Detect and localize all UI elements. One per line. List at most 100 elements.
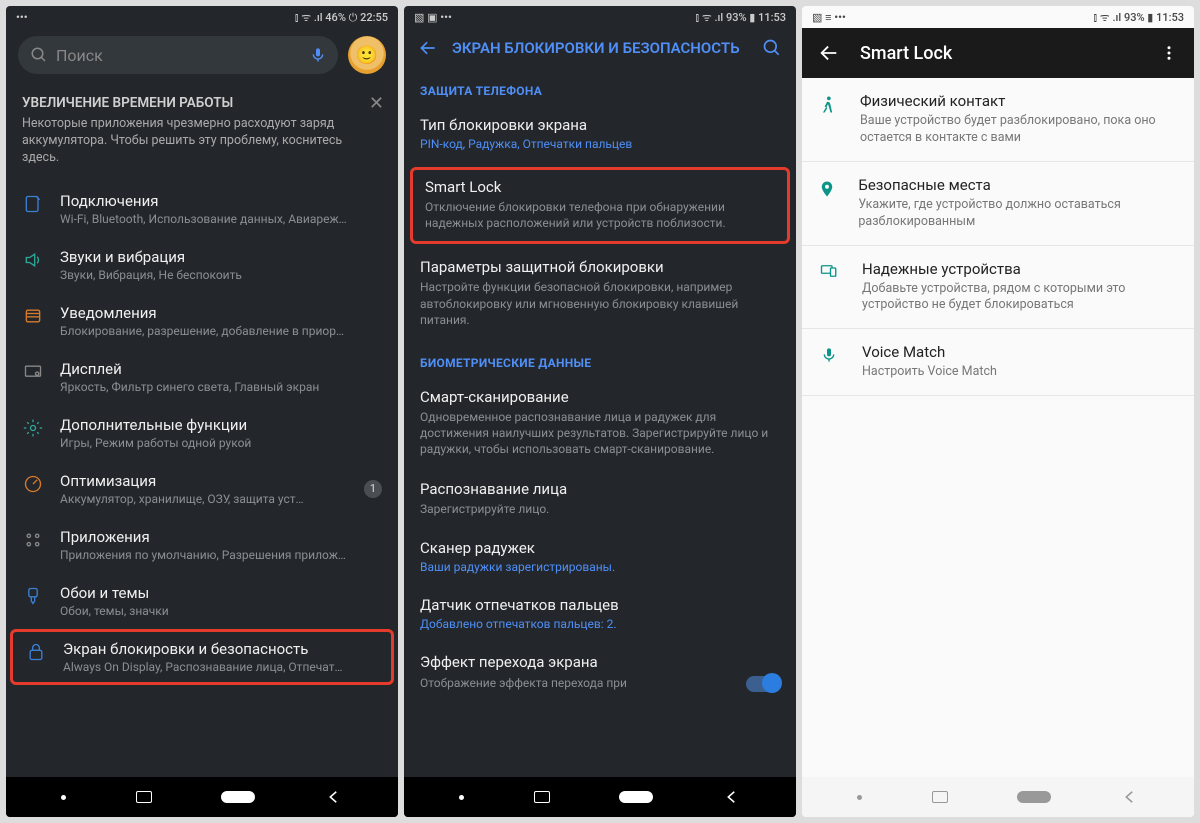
page-title: ЭКРАН БЛОКИРОВКИ И БЕЗОПАСНОСТЬ bbox=[452, 39, 748, 57]
list-item-face-recognition[interactable]: Распознавание лица Зарегистрируйте лицо. bbox=[404, 470, 796, 529]
tip-title: УВЕЛИЧЕНИЕ ВРЕМЕНИ РАБОТЫ bbox=[22, 94, 382, 112]
item-sub: Блокирование, разрешение, добавление в п… bbox=[60, 324, 382, 338]
item-sub: Зарегистрируйте лицо. bbox=[420, 501, 780, 517]
status-bar: ▧ ≡ ••• ⫾ ᯤ .ıl 93% ▮ 11:53 bbox=[802, 6, 1194, 28]
item-sub: Always On Display, Распознавание лица, О… bbox=[63, 660, 379, 674]
settings-main-screen: ••• ⫾ ᯤ .ıl 46% ⏻ 22:55 Поиск 🙂 УВЕЛИЧЕН… bbox=[6, 6, 398, 817]
item-title: Уведомления bbox=[60, 304, 382, 322]
nav-back-button[interactable] bbox=[1121, 788, 1139, 806]
profile-avatar[interactable]: 🙂 bbox=[348, 36, 386, 74]
list-item-display[interactable]: Дисплей Яркость, Фильтр синего света, Гла… bbox=[6, 349, 398, 405]
count-badge: 1 bbox=[364, 480, 382, 498]
nav-home-button[interactable] bbox=[619, 791, 653, 803]
item-sub: Ваши радужки зарегистрированы. bbox=[420, 560, 780, 574]
overflow-menu-icon[interactable] bbox=[1160, 44, 1178, 62]
item-title: Приложения bbox=[60, 528, 382, 546]
list-item-advanced[interactable]: Дополнительные функцииИгры, Режим работы… bbox=[6, 405, 398, 461]
speaker-icon bbox=[23, 250, 43, 270]
list-item-notifications[interactable]: Уведомления Блокирование, разрешение, доб… bbox=[6, 293, 398, 349]
item-title: Надежные устройства bbox=[862, 260, 1178, 278]
devices-icon bbox=[818, 262, 840, 280]
status-bar: ▧ ▣ ••• ⫾ ᯤ .ıl 93% ▮ 11:53 bbox=[404, 6, 796, 28]
item-title: Смарт-сканирование bbox=[420, 388, 780, 406]
search-row: Поиск 🙂 bbox=[6, 28, 398, 82]
item-sub: Звуки, Вибрация, Не беспокоить bbox=[60, 268, 382, 282]
nav-home-button[interactable] bbox=[221, 791, 255, 803]
back-arrow-icon[interactable] bbox=[818, 42, 840, 64]
list-item-lockscreen-security[interactable]: Экран блокировки и безопасностьAlways On… bbox=[10, 629, 394, 685]
item-title: Подключения bbox=[60, 192, 382, 210]
nav-back-button[interactable] bbox=[325, 788, 343, 806]
nav-recent-button[interactable] bbox=[932, 791, 948, 803]
back-arrow-icon[interactable] bbox=[418, 38, 438, 58]
status-right: ⫾ ᯤ .ıl 46% ⏻ 22:55 bbox=[295, 10, 388, 25]
list-item-secure-lock-params[interactable]: Параметры защитной блокировки Настройте … bbox=[404, 248, 796, 340]
list-item-fingerprint[interactable]: Датчик отпечатков пальцев Добавлено отпе… bbox=[404, 586, 796, 643]
mic-icon bbox=[821, 345, 837, 365]
page-header: Smart Lock bbox=[802, 28, 1194, 78]
list-item-transition-effect[interactable]: Эффект перехода экрана Отображение эффек… bbox=[404, 643, 796, 704]
list-item-lock-type[interactable]: Тип блокировки экрана PIN-код, Радужка, … bbox=[404, 106, 796, 163]
search-placeholder: Поиск bbox=[56, 46, 103, 65]
item-sub: Одновременное распознавание лица и радуж… bbox=[420, 409, 780, 458]
nav-dot-icon bbox=[459, 795, 464, 800]
lock-icon bbox=[26, 642, 46, 662]
brush-icon bbox=[23, 586, 43, 606]
list-item-smart-scan[interactable]: Смарт-сканирование Одновременное распозн… bbox=[404, 378, 796, 470]
list-item-iris-scanner[interactable]: Сканер радужек Ваши радужки зарегистриро… bbox=[404, 529, 796, 586]
nav-back-button[interactable] bbox=[723, 788, 741, 806]
list-item-trusted-devices[interactable]: Надежные устройства Добавьте устройства, … bbox=[802, 246, 1194, 330]
nav-recent-button[interactable] bbox=[136, 791, 152, 803]
item-sub: Настройте функции безопасной блокировки,… bbox=[420, 279, 780, 328]
mic-icon[interactable] bbox=[310, 46, 326, 64]
list-item-themes[interactable]: Обои и темыОбои, темы, значки bbox=[6, 573, 398, 629]
list-item-connections[interactable]: ПодключенияWi-Fi, Bluetooth, Использован… bbox=[6, 181, 398, 237]
list-item-smart-lock[interactable]: Smart Lock Отключение блокировки телефон… bbox=[410, 167, 790, 244]
search-icon[interactable] bbox=[762, 38, 782, 58]
nav-recent-button[interactable] bbox=[534, 791, 550, 803]
list-item-apps[interactable]: Приложения Приложения по умолчанию, Разре… bbox=[6, 517, 398, 573]
list-item-voice-match[interactable]: Voice MatchНастроить Voice Match bbox=[802, 329, 1194, 396]
item-sub: Игры, Режим работы одной рукой bbox=[60, 436, 382, 450]
item-title: Дисплей bbox=[60, 360, 382, 378]
section-header-protection: ЗАЩИТА ТЕЛЕФОНА bbox=[404, 68, 796, 106]
item-sub: Добавьте устройства, рядом с которыми эт… bbox=[862, 281, 1178, 315]
item-sub: Яркость, Фильтр синего света, Главный эк… bbox=[60, 380, 382, 394]
item-title: Сканер радужек bbox=[420, 539, 780, 557]
status-right: ⫾ ᯤ .ıl 93% ▮ 11:53 bbox=[695, 10, 786, 25]
search-input[interactable]: Поиск bbox=[18, 36, 338, 74]
smart-lock-screen: ▧ ≡ ••• ⫾ ᯤ .ıl 93% ▮ 11:53 Smart Lock Ф… bbox=[802, 6, 1194, 817]
page-title: Smart Lock bbox=[860, 43, 952, 64]
item-title: Параметры защитной блокировки bbox=[420, 258, 780, 276]
item-title: Физический контакт bbox=[860, 92, 1178, 110]
nav-home-button[interactable] bbox=[1017, 791, 1051, 803]
apps-icon bbox=[23, 530, 43, 550]
item-title: Тип блокировки экрана bbox=[420, 116, 780, 134]
item-title: Распознавание лица bbox=[420, 480, 780, 498]
display-icon bbox=[23, 362, 43, 382]
close-icon[interactable]: ✕ bbox=[369, 92, 384, 116]
smartlock-list: Физический контакт Ваше устройство будет … bbox=[802, 78, 1194, 777]
page-header: ЭКРАН БЛОКИРОВКИ И БЕЗОПАСНОСТЬ bbox=[404, 28, 796, 68]
item-sub: Приложения по умолчанию, Разрешения прил… bbox=[60, 548, 382, 562]
item-title: Звуки и вибрация bbox=[60, 248, 382, 266]
gear-icon bbox=[23, 418, 43, 438]
item-sub: Добавлено отпечатков пальцев: 2. bbox=[420, 617, 780, 631]
list-item-sounds[interactable]: Звуки и вибрация Звуки, Вибрация, Не бесп… bbox=[6, 237, 398, 293]
item-sub: Ваше устройство будет разблокировано, по… bbox=[860, 113, 1178, 147]
list-item-trusted-places[interactable]: Безопасные местаУкажите, где устройство … bbox=[802, 162, 1194, 246]
tip-body: Некоторые приложения чрезмерно расходуют… bbox=[22, 116, 382, 167]
connections-icon bbox=[23, 194, 43, 214]
search-icon bbox=[30, 46, 48, 64]
gauge-icon bbox=[23, 474, 43, 494]
item-title: Безопасные места bbox=[858, 176, 1178, 194]
nav-bar bbox=[802, 777, 1194, 817]
toggle-switch[interactable] bbox=[746, 676, 780, 692]
item-title: Voice Match bbox=[862, 343, 997, 361]
list-item-optimization[interactable]: ОптимизацияАккумулятор, хранилище, ОЗУ, … bbox=[6, 461, 398, 517]
list-item-body-detection[interactable]: Физический контакт Ваше устройство будет … bbox=[802, 78, 1194, 162]
battery-tip-card[interactable]: УВЕЛИЧЕНИЕ ВРЕМЕНИ РАБОТЫ Некоторые прил… bbox=[6, 82, 398, 181]
item-title: Оптимизация bbox=[60, 472, 348, 490]
status-left: ▧ ≡ ••• bbox=[812, 11, 846, 24]
security-list: ЗАЩИТА ТЕЛЕФОНА Тип блокировки экрана PI… bbox=[404, 68, 796, 777]
